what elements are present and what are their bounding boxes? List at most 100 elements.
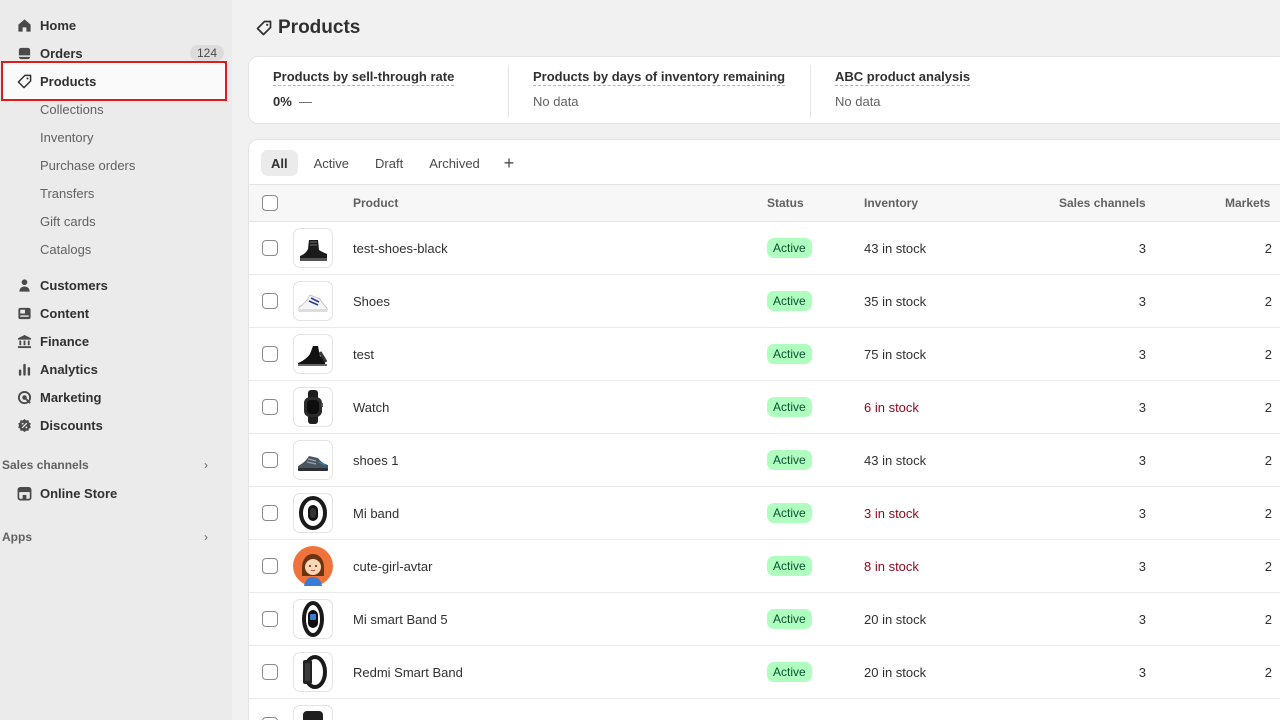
sales-channels-value: 3 [1138, 453, 1146, 468]
row-checkbox[interactable] [262, 611, 278, 627]
row-checkbox[interactable] [262, 399, 278, 415]
sidebar-item-finance[interactable]: Finance [8, 327, 224, 355]
chevron-right-icon[interactable]: › [204, 458, 208, 472]
table-row[interactable]: cute-girl-avtar Active 8 in stock 3 2 [249, 540, 1280, 593]
table-row[interactable]: shoes 1 Active 43 in stock 3 2 [249, 434, 1280, 487]
table-header: Product Status Inventory Sales channels … [249, 184, 1280, 222]
sidebar-item-customers[interactable]: Customers [8, 271, 224, 299]
metric-days-inventory[interactable]: Products by days of inventory remaining … [533, 57, 786, 125]
metric-title[interactable]: Products by days of inventory remaining [533, 69, 786, 86]
target-icon [16, 389, 32, 405]
inventory-value: 75 in stock [864, 347, 927, 362]
table-row[interactable]: test-shoes-black Active 43 in stock 3 2 [249, 222, 1280, 275]
table-row[interactable]: test Active 75 in stock 3 2 [249, 328, 1280, 381]
column-header-product[interactable]: Product [353, 196, 398, 210]
metric-value: No data [533, 94, 579, 109]
sales-channels-heading: Sales channels [2, 458, 89, 472]
sales-channels-value: 3 [1138, 241, 1146, 256]
content-icon [16, 305, 32, 321]
sidebar-item-label: Finance [40, 333, 90, 349]
product-name-link[interactable]: Shoes [353, 294, 390, 309]
table-row[interactable] [249, 699, 1280, 720]
sidebar-item-marketing[interactable]: Marketing [8, 383, 224, 411]
product-name-link[interactable]: test-shoes-black [353, 241, 448, 256]
sidebar-item-label: Transfers [40, 185, 95, 201]
sidebar-item-inventory[interactable]: Inventory [8, 123, 224, 151]
row-checkbox[interactable] [262, 452, 278, 468]
column-header-inventory[interactable]: Inventory [864, 196, 918, 210]
row-checkbox[interactable] [262, 664, 278, 680]
sidebar-item-gift-cards[interactable]: Gift cards [8, 207, 224, 235]
table-row[interactable]: Watch Active 6 in stock 3 2 [249, 381, 1280, 434]
add-view-icon[interactable]: + [496, 153, 523, 174]
filter-tabs: All Active Draft Archived + [261, 150, 522, 176]
table-row[interactable]: Mi smart Band 5 Active 20 in stock 3 2 [249, 593, 1280, 646]
column-header-markets[interactable]: Markets [1225, 196, 1270, 210]
metric-title[interactable]: Products by sell-through rate [273, 69, 455, 86]
table-row[interactable]: Redmi Smart Band Active 20 in stock 3 2 [249, 646, 1280, 699]
sidebar-item-online-store[interactable]: Online Store [8, 479, 224, 507]
sidebar-item-label: Catalogs [40, 241, 92, 257]
metric-sell-through[interactable]: Products by sell-through rate 0% — [273, 57, 455, 125]
sidebar-item-label: Orders [40, 45, 83, 61]
tab-draft[interactable]: Draft [365, 150, 413, 176]
sidebar-item-collections[interactable]: Collections [8, 95, 224, 123]
product-name-link[interactable]: Mi band [353, 506, 399, 521]
column-header-status[interactable]: Status [767, 196, 804, 210]
sidebar-item-label: Online Store [40, 485, 118, 501]
sidebar-item-home[interactable]: Home [8, 11, 224, 39]
column-header-sales-channels[interactable]: Sales channels [1059, 196, 1146, 210]
row-checkbox[interactable] [262, 346, 278, 362]
sidebar-item-label: Inventory [40, 129, 94, 145]
tab-active[interactable]: Active [304, 150, 359, 176]
product-name-link[interactable]: Redmi Smart Band [353, 665, 463, 680]
row-checkbox[interactable] [262, 293, 278, 309]
markets-value: 2 [1264, 347, 1272, 362]
product-thumbnail [293, 281, 333, 321]
sidebar-item-discounts[interactable]: Discounts [8, 411, 224, 439]
product-name-link[interactable]: test [353, 347, 374, 362]
bar-chart-icon [16, 361, 32, 377]
status-badge: Active [767, 344, 812, 364]
row-checkbox[interactable] [262, 240, 278, 256]
inventory-value: 35 in stock [864, 294, 927, 309]
bank-icon [16, 333, 32, 349]
product-name-link[interactable]: Mi smart Band 5 [353, 612, 448, 627]
sales-channels-value: 3 [1138, 347, 1146, 362]
markets-value: 2 [1264, 559, 1272, 574]
markets-value: 2 [1264, 400, 1272, 415]
sidebar-item-catalogs[interactable]: Catalogs [8, 235, 224, 263]
row-checkbox[interactable] [262, 558, 278, 574]
sidebar-item-label: Customers [40, 277, 108, 293]
inventory-value: 20 in stock [864, 612, 927, 627]
row-checkbox[interactable] [262, 505, 278, 521]
chevron-right-icon[interactable]: › [204, 530, 208, 544]
tab-archived[interactable]: Archived [419, 150, 490, 176]
sales-channels-value: 3 [1138, 506, 1146, 521]
product-thumbnail [293, 440, 333, 480]
metric-title[interactable]: ABC product analysis [835, 69, 971, 86]
metric-abc-analysis[interactable]: ABC product analysis No data [835, 57, 971, 125]
inventory-value: 43 in stock [864, 453, 927, 468]
sidebar-item-label: Marketing [40, 389, 102, 405]
sidebar-item-products[interactable]: Products [1, 61, 227, 101]
home-icon [16, 17, 32, 33]
table-row[interactable]: Shoes Active 35 in stock 3 2 [249, 275, 1280, 328]
sidebar-item-content[interactable]: Content [8, 299, 224, 327]
inventory-value: 43 in stock [864, 241, 927, 256]
sidebar-item-purchase-orders[interactable]: Purchase orders [8, 151, 224, 179]
product-thumbnail [293, 705, 333, 720]
page-title-text: Products [278, 17, 361, 38]
sidebar-item-label: Purchase orders [40, 157, 136, 173]
sidebar-item-transfers[interactable]: Transfers [8, 179, 224, 207]
product-name-link[interactable]: Watch [353, 400, 389, 415]
tab-all[interactable]: All [261, 150, 298, 176]
sidebar-item-analytics[interactable]: Analytics [8, 355, 224, 383]
select-all-checkbox[interactable] [262, 195, 278, 211]
product-name-link[interactable]: shoes 1 [353, 453, 399, 468]
sales-channels-value: 3 [1138, 665, 1146, 680]
product-name-link[interactable]: cute-girl-avtar [353, 559, 432, 574]
table-row[interactable]: Mi band Active 3 in stock 3 2 [249, 487, 1280, 540]
status-badge: Active [767, 556, 812, 576]
sidebar-item-label: Collections [40, 101, 104, 117]
